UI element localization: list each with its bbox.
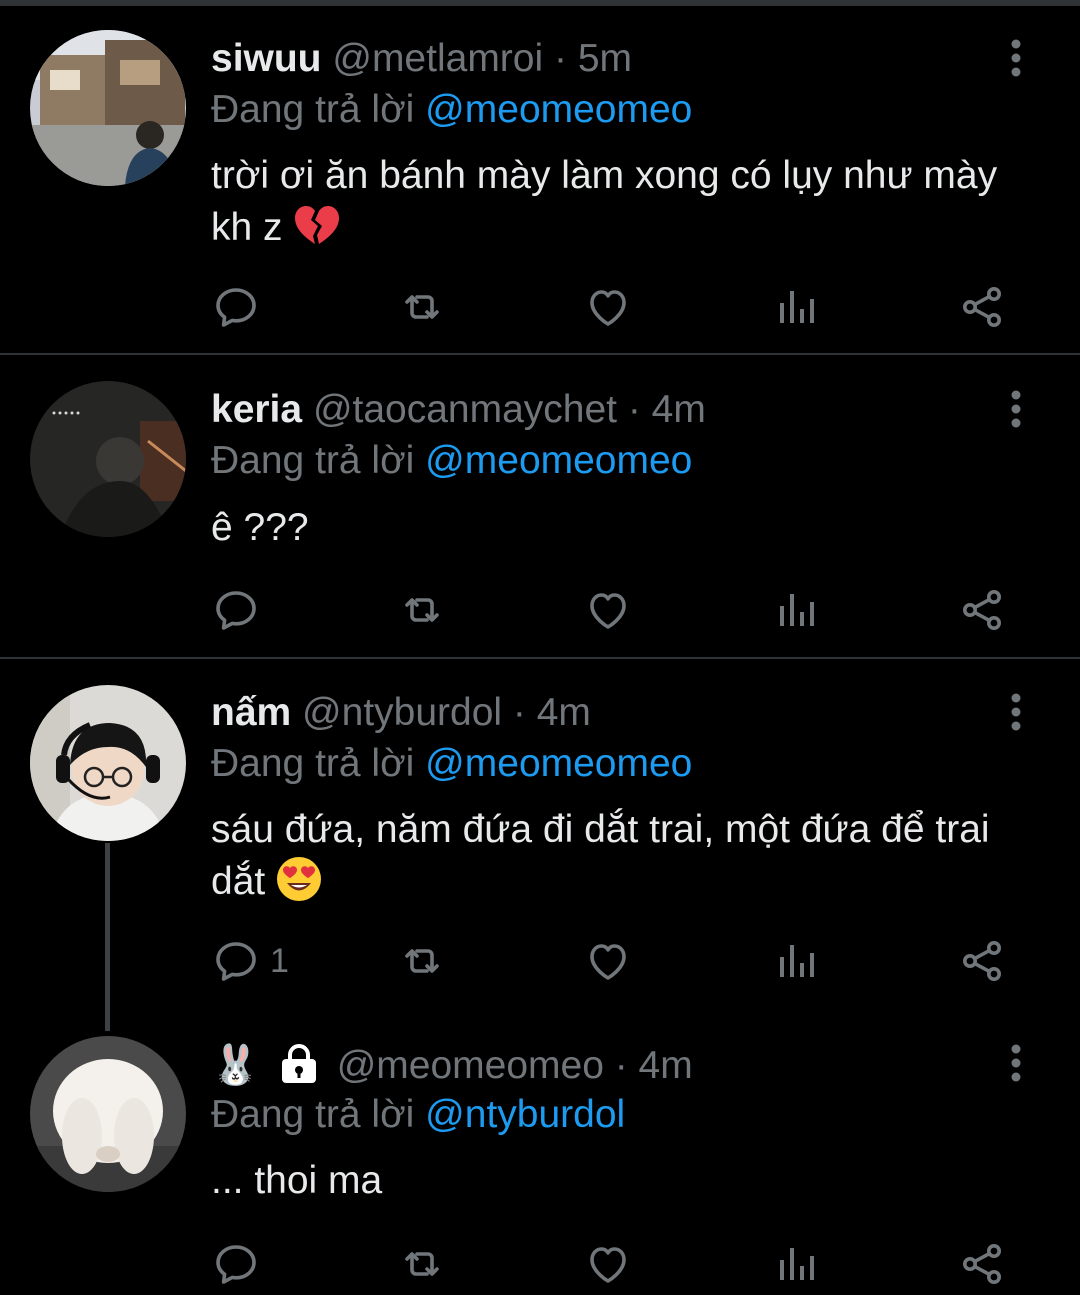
lock-icon	[281, 1044, 316, 1083]
replying-label: Đang trả lời	[211, 1093, 415, 1136]
top-divider	[0, 0, 1080, 6]
reply-icon	[212, 283, 260, 331]
retweet-icon	[398, 1240, 446, 1288]
timestamp[interactable]: · 4m	[615, 1044, 693, 1087]
retweet-button[interactable]	[398, 582, 446, 638]
views-button[interactable]	[772, 582, 820, 638]
share-button[interactable]	[958, 279, 1006, 335]
display-name[interactable]: nấm	[211, 691, 291, 734]
replying-to: Đang trả lời @meomeomeo	[211, 438, 692, 484]
tweet-header: keria @taocanmaychet · 4m	[211, 387, 706, 433]
replying-label: Đang trả lời	[211, 742, 415, 785]
action-bar	[0, 582, 1080, 638]
display-name[interactable]: siwuu	[211, 37, 322, 80]
divider	[0, 353, 1080, 355]
reply-icon	[212, 586, 260, 634]
handle[interactable]: @metlamroi	[332, 37, 543, 80]
reply-button[interactable]	[212, 279, 270, 335]
divider	[0, 657, 1080, 659]
tweet-text-content: sáu đứa, năm đứa đi dắt trai, một đứa để…	[211, 808, 990, 903]
more-icon[interactable]	[1003, 389, 1029, 429]
display-name[interactable]: keria	[211, 388, 302, 431]
share-icon	[958, 937, 1006, 985]
like-icon	[584, 586, 632, 634]
mention-link[interactable]: @ntyburdol	[425, 1093, 625, 1136]
tweet-text: trời ơi ăn bánh mày làm xong có lụy như …	[211, 150, 1011, 254]
mention-link[interactable]: @meomeomeo	[425, 439, 692, 482]
views-icon	[772, 283, 820, 331]
tweet-header: 🐰 @meomeomeo · 4m	[211, 1043, 693, 1089]
handle[interactable]: @meomeomeo	[337, 1044, 604, 1087]
share-icon	[958, 586, 1006, 634]
heart-eyes-icon	[277, 857, 322, 901]
tweet-text: ê ???	[211, 502, 1011, 554]
mention-link[interactable]: @meomeomeo	[425, 88, 692, 131]
like-button[interactable]	[584, 582, 632, 638]
timestamp[interactable]: · 5m	[554, 37, 632, 80]
share-button[interactable]	[958, 933, 1006, 989]
reply-icon	[212, 937, 260, 985]
tweet-text-content: ... thoi ma	[211, 1159, 383, 1202]
replying-to: Đang trả lời @meomeomeo	[211, 741, 692, 787]
avatar[interactable]	[30, 685, 186, 841]
broken-heart-icon	[295, 206, 340, 244]
replying-label: Đang trả lời	[211, 88, 415, 131]
share-button[interactable]	[958, 582, 1006, 638]
action-bar	[0, 1236, 1080, 1292]
share-icon	[958, 1240, 1006, 1288]
reply-count: 1	[270, 941, 289, 980]
retweet-icon	[398, 283, 446, 331]
like-button[interactable]	[584, 1236, 632, 1292]
replying-label: Đang trả lời	[211, 439, 415, 482]
views-icon	[772, 1240, 820, 1288]
reply-button[interactable]: 1	[212, 933, 289, 989]
action-bar	[0, 279, 1080, 335]
tweet-header: siwuu @metlamroi · 5m	[211, 36, 632, 82]
replying-to: Đang trả lời @ntyburdol	[211, 1092, 625, 1138]
reply-button[interactable]	[212, 1236, 270, 1292]
reply-button[interactable]	[212, 582, 270, 638]
retweet-button[interactable]	[398, 1236, 446, 1292]
retweet-button[interactable]	[398, 933, 446, 989]
avatar[interactable]	[30, 381, 186, 537]
handle[interactable]: @taocanmaychet	[313, 388, 617, 431]
retweet-icon	[398, 586, 446, 634]
tweet-text-content: ê ???	[211, 506, 309, 549]
views-button[interactable]	[772, 1236, 820, 1292]
handle[interactable]: @ntyburdol	[302, 691, 502, 734]
avatar[interactable]	[30, 1036, 186, 1192]
replying-to: Đang trả lời @meomeomeo	[211, 87, 692, 133]
like-icon	[584, 937, 632, 985]
timestamp[interactable]: · 4m	[513, 691, 591, 734]
views-button[interactable]	[772, 279, 820, 335]
more-icon[interactable]	[1003, 692, 1029, 732]
tweet-text: sáu đứa, năm đứa đi dắt trai, một đứa để…	[211, 804, 1011, 908]
timestamp[interactable]: · 4m	[628, 388, 706, 431]
more-icon[interactable]	[1003, 38, 1029, 78]
share-button[interactable]	[958, 1236, 1006, 1292]
like-icon	[584, 1240, 632, 1288]
mention-link[interactable]: @meomeomeo	[425, 742, 692, 785]
like-button[interactable]	[584, 933, 632, 989]
tweet-header: nấm @ntyburdol · 4m	[211, 690, 591, 736]
reply-icon	[212, 1240, 260, 1288]
views-icon	[772, 586, 820, 634]
retweet-button[interactable]	[398, 279, 446, 335]
avatar[interactable]	[30, 30, 186, 186]
retweet-icon	[398, 937, 446, 985]
views-button[interactable]	[772, 933, 820, 989]
share-icon	[958, 283, 1006, 331]
like-icon	[584, 283, 632, 331]
tweet-text: ... thoi ma	[211, 1155, 1011, 1207]
more-icon[interactable]	[1003, 1043, 1029, 1083]
action-bar: 1	[0, 933, 1080, 989]
views-icon	[772, 937, 820, 985]
rabbit-icon[interactable]: 🐰	[211, 1043, 260, 1089]
like-button[interactable]	[584, 279, 632, 335]
